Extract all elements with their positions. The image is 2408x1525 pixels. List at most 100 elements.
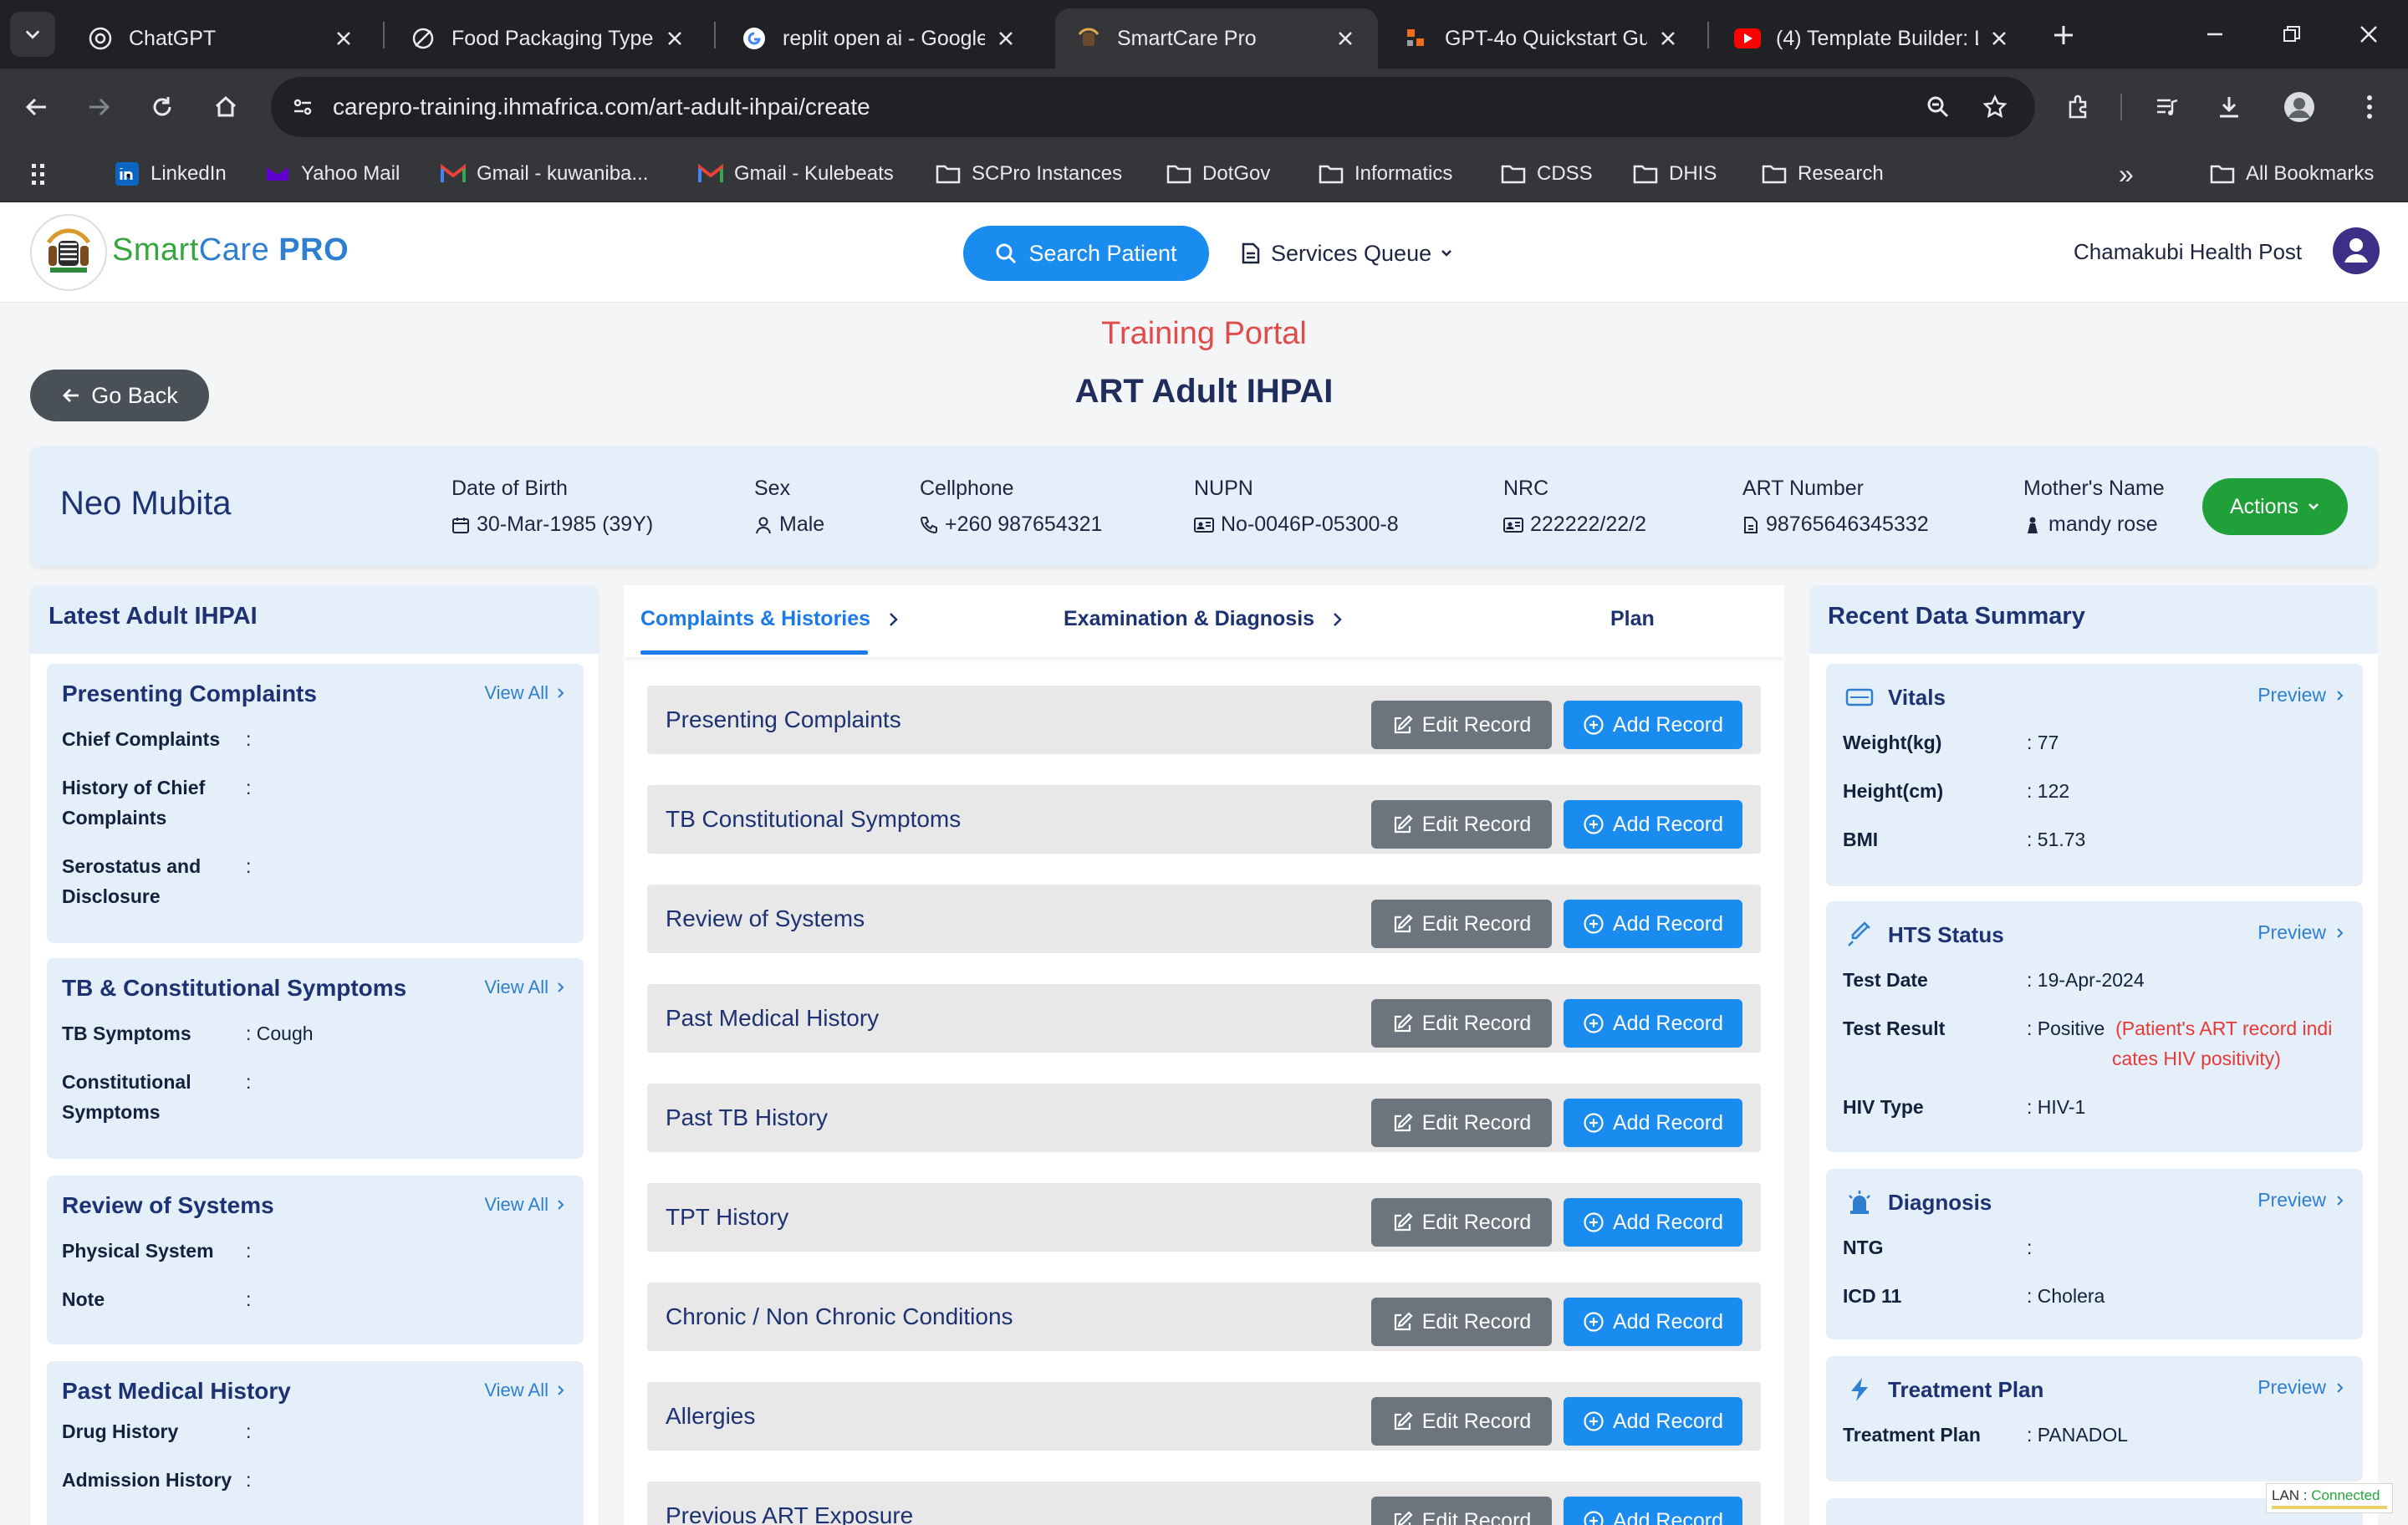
bookmark-folder-informatics[interactable]: Informatics	[1318, 145, 1452, 202]
close-tab-icon[interactable]	[1333, 26, 1358, 51]
section-title: Presenting Complaints	[666, 706, 901, 732]
minimize-icon	[2207, 33, 2222, 36]
bookmark-linkedin[interactable]: LinkedIn	[114, 145, 227, 202]
bookmark-gmail-1[interactable]: Gmail - kuwaniba...	[440, 145, 648, 202]
profile-avatar-icon[interactable]	[2279, 87, 2319, 127]
add-record-button[interactable]: Add Record	[1564, 1497, 1742, 1525]
more-bookmarks-button[interactable]: »	[2119, 145, 2134, 202]
add-record-button[interactable]: Add Record	[1564, 1198, 1742, 1247]
edit-record-button[interactable]: Edit Record	[1371, 800, 1552, 849]
browser-tab[interactable]: ChatGPT	[67, 8, 376, 69]
file-icon	[1744, 516, 1758, 533]
back-button[interactable]	[17, 87, 57, 127]
tab-search-button[interactable]	[10, 12, 55, 57]
bookmark-folder-research[interactable]: Research	[1761, 145, 1884, 202]
reload-button[interactable]	[142, 87, 182, 127]
edit-record-button[interactable]: Edit Record	[1371, 1198, 1552, 1247]
summary-row: BMI : 51.73	[1843, 824, 2353, 858]
row-key: Height(cm)	[1843, 780, 1944, 802]
user-avatar-icon[interactable]	[2333, 227, 2380, 274]
add-record-button[interactable]: Add Record	[1564, 1099, 1742, 1147]
browser-tab[interactable]: GPT-4o Quickstart Guid	[1383, 8, 1701, 69]
close-tab-icon[interactable]	[662, 26, 687, 51]
edit-icon	[1394, 1511, 1413, 1525]
edit-record-button[interactable]: Edit Record	[1371, 900, 1552, 948]
tab-examination-diagnosis[interactable]: Examination & Diagnosis	[1064, 607, 1343, 631]
edit-record-button[interactable]: Edit Record	[1371, 999, 1552, 1048]
tab-separator	[714, 22, 716, 48]
site-info-icon[interactable]	[283, 87, 323, 127]
services-queue-dropdown[interactable]: Services Queue	[1241, 226, 1453, 281]
lan-signal-bar	[2272, 1506, 2387, 1509]
preview-link[interactable]: Preview	[2258, 1189, 2344, 1211]
add-circle-icon	[1584, 1511, 1604, 1525]
actions-button[interactable]: Actions	[2202, 478, 2348, 535]
preview-link[interactable]: Preview	[2258, 1376, 2344, 1399]
browser-tab[interactable]: replit open ai - Google S	[721, 8, 1038, 69]
browser-menu-icon[interactable]	[2349, 87, 2390, 127]
preview-link[interactable]: Preview	[2258, 684, 2344, 706]
bookmark-star-icon[interactable]	[1975, 87, 2015, 127]
close-tab-icon[interactable]	[1656, 26, 1681, 51]
browser-tab-active[interactable]: SmartCare Pro	[1055, 8, 1378, 69]
bookmark-folder-cdss[interactable]: CDSS	[1500, 145, 1593, 202]
folder-icon	[1761, 161, 1788, 187]
bookmark-yahoo[interactable]: Yahoo Mail	[264, 145, 400, 202]
forward-button[interactable]	[79, 87, 119, 127]
bookmarks-bar: LinkedIn Yahoo Mail Gmail - kuwaniba... …	[0, 145, 2408, 202]
edit-record-label: Edit Record	[1421, 1508, 1532, 1525]
tab-complaints-histories[interactable]: Complaints & Histories	[640, 607, 899, 631]
home-button[interactable]	[206, 87, 246, 127]
bookmark-folder-dotgov[interactable]: DotGov	[1166, 145, 1270, 202]
close-tab-icon[interactable]	[331, 26, 356, 51]
edit-record-button[interactable]: Edit Record	[1371, 1397, 1552, 1446]
browser-tab[interactable]: (4) Template Builder: Le	[1714, 8, 2032, 69]
app-logo-text[interactable]: SmartCare PRO	[112, 232, 349, 268]
view-all-link[interactable]: View All	[484, 1380, 565, 1401]
card-title: TB & Constitutional Symptoms	[62, 975, 407, 1001]
tab-label: Plan	[1610, 607, 1655, 630]
zoom-icon[interactable]	[1918, 87, 1958, 127]
restore-button[interactable]	[2273, 15, 2311, 54]
edit-record-button[interactable]: Edit Record	[1371, 701, 1552, 749]
view-all-link[interactable]: View All	[484, 1194, 565, 1216]
close-window-button[interactable]	[2349, 15, 2388, 54]
edit-record-button[interactable]: Edit Record	[1371, 1298, 1552, 1346]
summary-row: Chief Complaints :	[62, 724, 564, 757]
search-patient-button[interactable]: Search Patient	[963, 226, 1209, 281]
preview-link[interactable]: Preview	[2258, 921, 2344, 944]
edit-record-button[interactable]: Edit Record	[1371, 1099, 1552, 1147]
add-record-button[interactable]: Add Record	[1564, 1298, 1742, 1346]
minimize-button[interactable]	[2196, 15, 2234, 54]
new-tab-button[interactable]	[2047, 18, 2080, 52]
extensions-icon[interactable]	[2059, 87, 2099, 127]
download-icon[interactable]	[2209, 87, 2249, 127]
apps-icon[interactable]	[30, 145, 50, 202]
row-key: Test Result	[1843, 1018, 1946, 1039]
view-all-link[interactable]: View All	[484, 682, 565, 704]
add-record-button[interactable]: Add Record	[1564, 999, 1742, 1048]
url-text[interactable]: carepro-training.ihmafrica.com/art-adult…	[333, 77, 870, 137]
add-record-button[interactable]: Add Record	[1564, 701, 1742, 749]
bookmark-gmail-2[interactable]: Gmail - Kulebeats	[697, 145, 894, 202]
media-control-icon[interactable]	[2147, 87, 2187, 127]
close-tab-icon[interactable]	[1987, 26, 2012, 51]
summary-row: HIV Type : HIV-1	[1843, 1092, 2353, 1125]
address-bar[interactable]: carepro-training.ihmafrica.com/art-adult…	[271, 77, 2035, 137]
gmail-icon	[697, 161, 724, 187]
bookmark-folder-scpro[interactable]: SCPro Instances	[935, 145, 1122, 202]
card-title: Vitals	[1888, 684, 1946, 710]
view-all-link[interactable]: View All	[484, 977, 565, 998]
close-tab-icon[interactable]	[993, 26, 1018, 51]
syringe-icon	[1843, 918, 1876, 951]
all-bookmarks-button[interactable]: All Bookmarks	[2209, 145, 2374, 202]
tab-plan[interactable]: Plan	[1610, 607, 1655, 631]
add-record-button[interactable]: Add Record	[1564, 1397, 1742, 1446]
add-record-button[interactable]: Add Record	[1564, 900, 1742, 948]
tab-label: GPT-4o Quickstart Guid	[1445, 26, 1647, 50]
add-record-button[interactable]: Add Record	[1564, 800, 1742, 849]
bookmark-folder-dhis[interactable]: DHIS	[1632, 145, 1717, 202]
browser-tab[interactable]: Food Packaging Types f	[390, 8, 707, 69]
summary-card-vitals: Vitals Preview Weight(kg) : 77 Height(cm…	[1826, 664, 2363, 886]
edit-record-button[interactable]: Edit Record	[1371, 1497, 1552, 1525]
